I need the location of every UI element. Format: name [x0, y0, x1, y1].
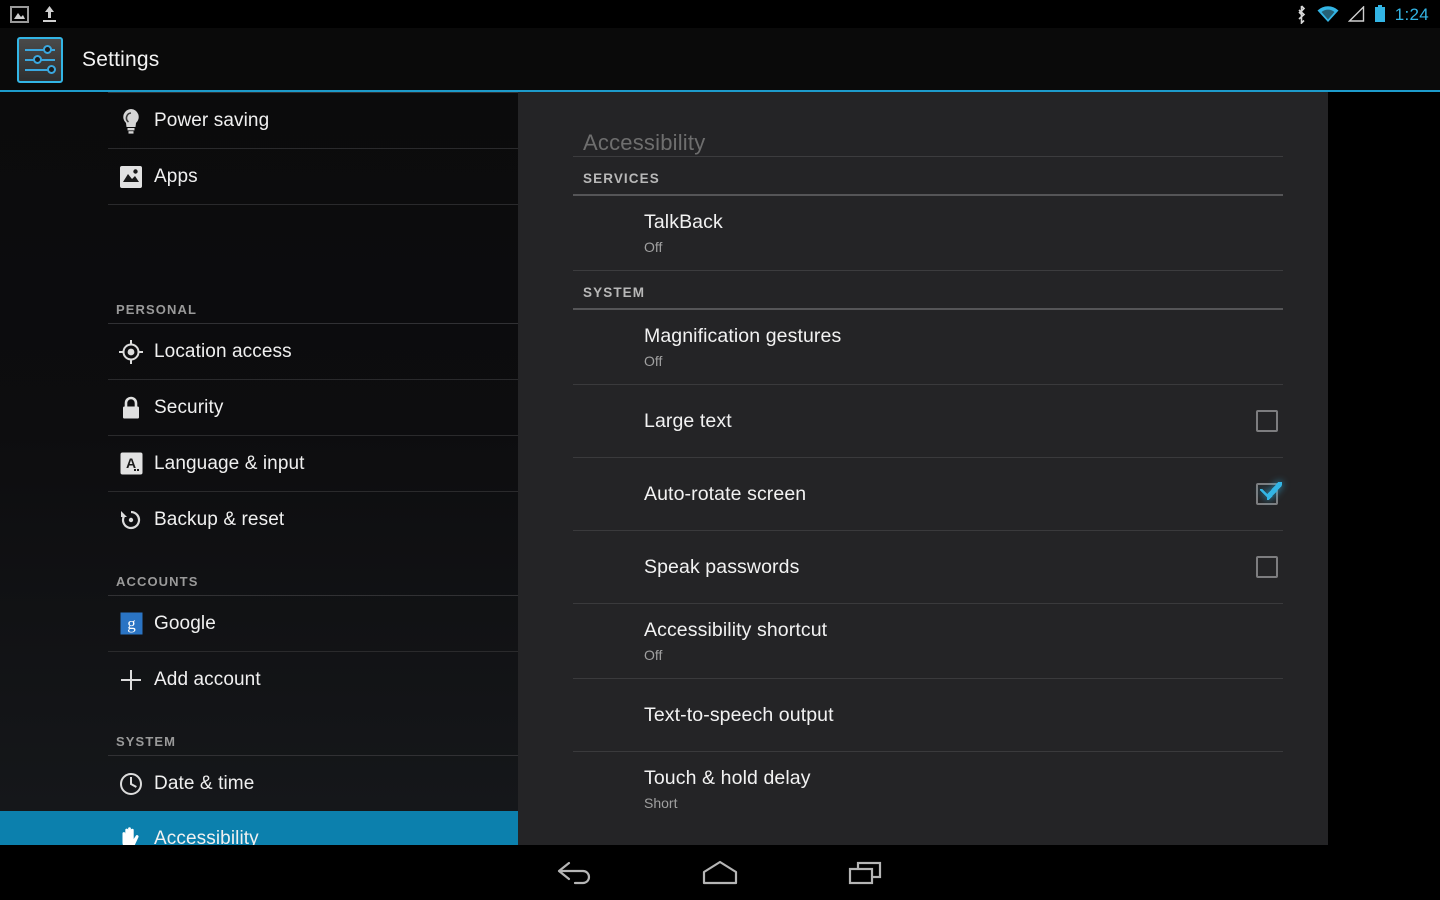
status-bar: 1:24	[0, 0, 1440, 28]
apps-box-icon	[118, 164, 144, 190]
setting-title: Speak passwords	[644, 555, 800, 578]
setting-subtitle: Off	[644, 353, 663, 369]
sidebar-item-label: Security	[154, 396, 224, 418]
back-arrow-icon	[557, 861, 591, 884]
speak-passwords-checkbox[interactable]	[1256, 556, 1278, 578]
sidebar-item-backup-reset[interactable]: Backup & reset	[0, 492, 518, 547]
sidebar-section-personal: PERSONAL	[0, 275, 518, 323]
sidebar-item-label: Apps	[154, 165, 198, 187]
lightbulb-icon	[118, 108, 144, 134]
setting-title: Large text	[644, 409, 732, 432]
lock-icon	[118, 395, 144, 421]
sidebar-section-accounts: ACCOUNTS	[0, 547, 518, 595]
language-a-icon: A	[118, 451, 144, 477]
setting-row-talkback[interactable]: TalkBack Off	[573, 196, 1283, 270]
section-header-label: ACCOUNTS	[116, 574, 199, 589]
backup-restore-icon	[118, 507, 144, 533]
sidebar-item-label: Accessibility	[154, 827, 259, 846]
setting-subtitle: Off	[644, 239, 663, 255]
back-button[interactable]	[503, 845, 648, 900]
section-header-label: SYSTEM	[116, 734, 177, 749]
sidebar-item-label: Add account	[154, 668, 261, 690]
section-header-label: PERSONAL	[116, 302, 198, 317]
setting-title: TalkBack	[644, 211, 723, 233]
setting-title: Text-to-speech output	[644, 703, 834, 726]
setting-row-accessibility-shortcut[interactable]: Accessibility shortcut Off	[573, 603, 1283, 678]
content-title: Accessibility	[583, 130, 706, 155]
home-button[interactable]	[648, 845, 793, 900]
page-title: Settings	[82, 47, 160, 71]
setting-title: Touch & hold delay	[644, 767, 811, 789]
setting-row-touch-hold-delay[interactable]: Touch & hold delay Short	[573, 751, 1283, 826]
section-header-label: SYSTEM	[583, 285, 646, 300]
sidebar-item-label: Google	[154, 612, 216, 634]
sidebar-item-language-input[interactable]: A Language & input	[0, 436, 518, 491]
sidebar-item-add-account[interactable]: Add account	[0, 652, 518, 707]
sidebar-item-accessibility[interactable]: Accessibility	[0, 811, 518, 845]
sidebar-item-date-time[interactable]: Date & time	[0, 756, 518, 811]
google-g-icon: g	[118, 611, 144, 637]
setting-row-text-to-speech-output[interactable]: Text-to-speech output	[573, 678, 1283, 751]
recents-icon	[848, 861, 882, 884]
svg-text:g: g	[127, 614, 136, 633]
battery-icon	[1374, 5, 1385, 22]
sidebar-item-label: Date & time	[154, 772, 255, 794]
sidebar-item-security[interactable]: Security	[0, 380, 518, 435]
clock-icon	[118, 771, 144, 797]
action-bar: Settings	[0, 28, 1440, 91]
plus-icon	[118, 667, 144, 693]
auto-rotate-screen-checkbox[interactable]	[1256, 483, 1278, 505]
bluetooth-icon	[1298, 4, 1305, 24]
sidebar-section-system: SYSTEM	[0, 707, 518, 755]
sidebar-item-label: Language & input	[154, 452, 305, 474]
status-bar-system-icons: 1:24	[1295, 4, 1440, 24]
setting-row-speak-passwords[interactable]: Speak passwords	[573, 530, 1283, 603]
sidebar-item-label: Power saving	[154, 109, 270, 131]
large-text-checkbox[interactable]	[1256, 410, 1278, 432]
sidebar-item-label: Backup & reset	[154, 508, 285, 530]
section-header-label: SERVICES	[583, 171, 660, 186]
status-bar-clock: 1:24	[1394, 4, 1429, 24]
upload-icon	[43, 6, 56, 22]
sidebar-item-location-access[interactable]: Location access	[0, 324, 518, 379]
setting-row-auto-rotate-screen[interactable]: Auto-rotate screen	[573, 457, 1283, 530]
content-section-system: SYSTEM	[573, 270, 1283, 310]
recents-button[interactable]	[793, 845, 938, 900]
image-icon	[10, 5, 29, 23]
setting-subtitle: Off	[644, 647, 663, 663]
svg-text:A: A	[125, 455, 135, 471]
wifi-icon	[1317, 5, 1339, 22]
sidebar-item-power-saving[interactable]: Power saving	[0, 93, 518, 148]
cell-signal-icon	[1347, 6, 1364, 22]
setting-row-large-text[interactable]: Large text	[573, 384, 1283, 457]
content-section-services: SERVICES	[573, 156, 1283, 196]
sidebar-item-apps[interactable]: Apps	[0, 149, 518, 204]
location-crosshair-icon	[118, 339, 144, 365]
setting-row-magnification-gestures[interactable]: Magnification gestures Off	[573, 310, 1283, 384]
setting-title: Auto-rotate screen	[644, 482, 807, 505]
setting-title: Magnification gestures	[644, 325, 842, 347]
status-bar-notifications	[0, 5, 58, 23]
home-icon	[702, 860, 738, 884]
accessibility-panel: Accessibility SERVICES TalkBack Off SYST…	[518, 92, 1328, 845]
settings-sliders-icon[interactable]	[17, 36, 63, 83]
main-region: Power saving Apps PERSONAL Location acce…	[0, 92, 1440, 845]
settings-sidebar[interactable]: Power saving Apps PERSONAL Location acce…	[0, 92, 518, 845]
setting-title: Accessibility shortcut	[644, 619, 828, 641]
sidebar-item-google[interactable]: g Google	[0, 596, 518, 651]
navigation-bar	[0, 845, 1440, 900]
setting-subtitle: Short	[644, 795, 678, 811]
sidebar-item-label: Location access	[154, 340, 292, 362]
hand-icon	[118, 826, 144, 845]
